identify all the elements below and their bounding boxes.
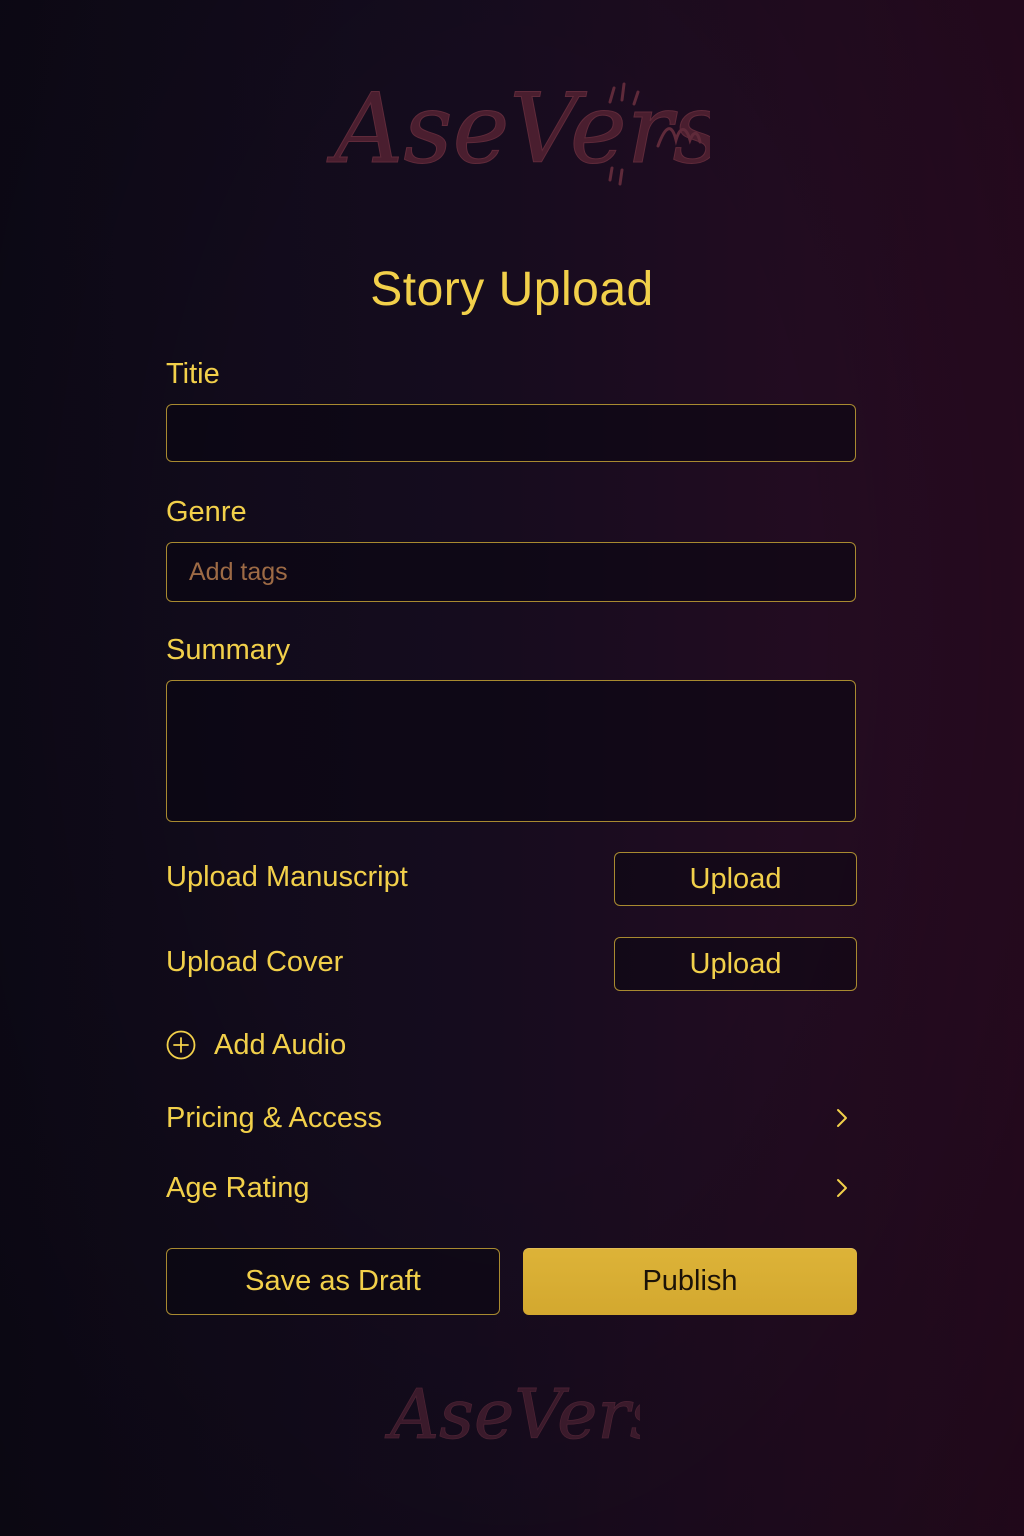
- upload-cover-button[interactable]: Upload: [614, 937, 857, 991]
- upload-manuscript-button-label: Upload: [689, 862, 782, 895]
- pricing-access-label: Pricing & Access: [166, 1101, 382, 1134]
- publish-label: Publish: [642, 1265, 738, 1297]
- brand-logo: AseVerse: [326, 73, 710, 186]
- add-audio-label: Add Audio: [214, 1028, 347, 1061]
- genre-tags-input[interactable]: [166, 542, 856, 602]
- age-rating-row[interactable]: Age Rating: [166, 1166, 856, 1210]
- save-draft-label: Save as Draft: [245, 1265, 421, 1297]
- genre-label: Genre: [166, 496, 247, 528]
- add-audio-button[interactable]: Add Audio: [166, 1026, 346, 1064]
- chevron-right-icon: [837, 1109, 847, 1127]
- title-label: Titie: [166, 358, 220, 390]
- title-input[interactable]: [166, 404, 856, 462]
- upload-cover-label: Upload Cover: [166, 946, 344, 978]
- page-title: Story Upload: [370, 263, 654, 316]
- upload-cover-button-label: Upload: [689, 947, 782, 980]
- publish-button[interactable]: Publish: [523, 1248, 857, 1315]
- pricing-access-row[interactable]: Pricing & Access: [166, 1096, 856, 1140]
- age-rating-label: Age Rating: [166, 1171, 310, 1204]
- brand-logo-text: AseVerse: [326, 73, 710, 185]
- save-draft-button[interactable]: Save as Draft: [166, 1248, 500, 1315]
- upload-manuscript-label: Upload Manuscript: [166, 861, 408, 893]
- summary-textarea[interactable]: [166, 680, 856, 822]
- chevron-right-icon: [837, 1179, 847, 1197]
- upload-manuscript-button[interactable]: Upload: [614, 852, 857, 906]
- summary-label: Summary: [166, 634, 291, 666]
- footer-brand-logo: AseVerse: [384, 1376, 640, 1456]
- footer-brand-logo-text: AseVerse: [384, 1376, 640, 1455]
- plus-circle-icon: [166, 1030, 196, 1060]
